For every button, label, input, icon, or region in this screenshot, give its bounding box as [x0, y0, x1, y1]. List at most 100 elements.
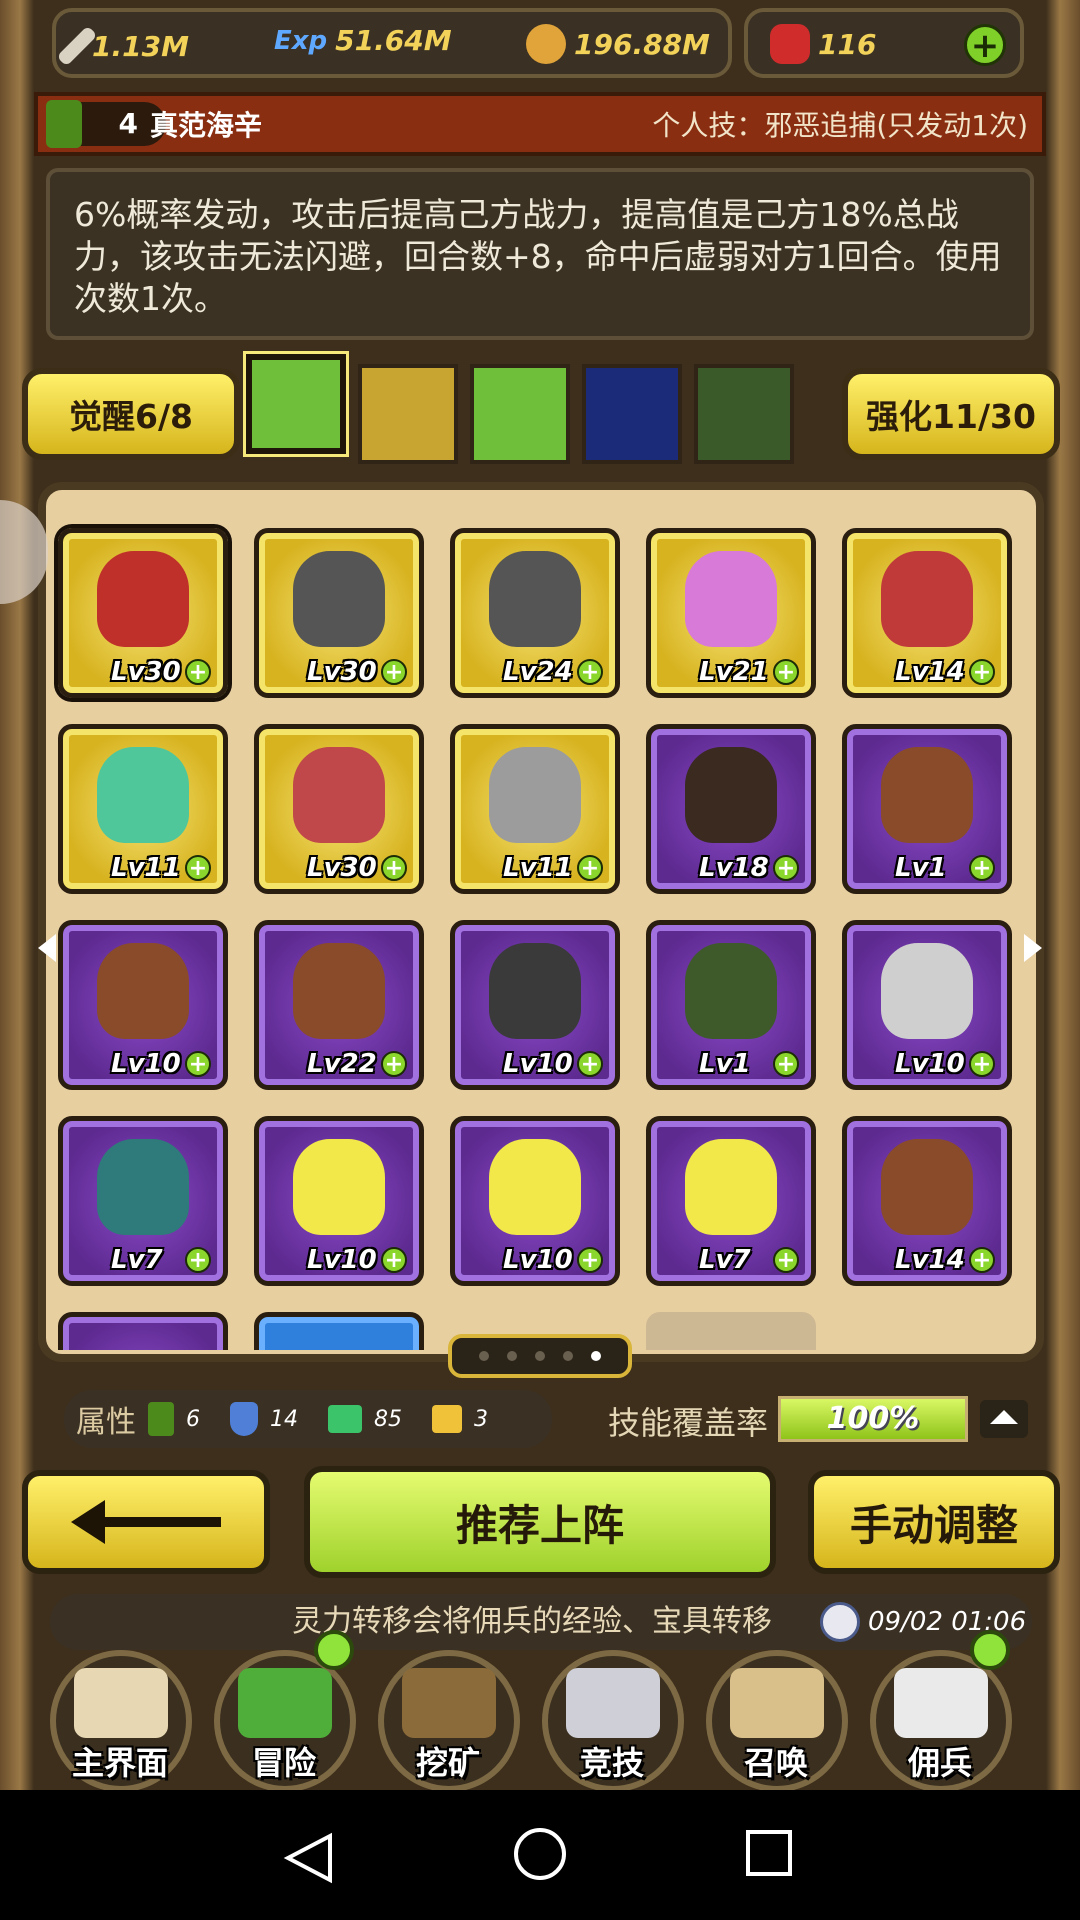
plus-icon[interactable]: +: [381, 659, 407, 685]
mercenary-card[interactable]: Lv11 +: [450, 724, 620, 894]
mercenary-avatar: [881, 747, 973, 843]
clock-icon: [820, 1602, 860, 1642]
plus-icon[interactable]: +: [773, 1247, 799, 1273]
scroll-bundle-icon[interactable]: [694, 364, 794, 464]
boot-count: 85: [374, 1406, 402, 1432]
mercenary-card[interactable]: Lv10 +: [450, 920, 620, 1090]
attribute-label: 属性: [76, 1405, 136, 1440]
plus-icon[interactable]: +: [577, 855, 603, 881]
mercenary-card[interactable]: Lv10 +: [58, 920, 228, 1090]
home-icon[interactable]: [514, 1828, 566, 1880]
mercenary-card[interactable]: Lv14 +: [842, 1116, 1012, 1286]
mercenary-card[interactable]: Lv10 +: [842, 920, 1012, 1090]
system-nav-bar: [0, 1790, 1080, 1920]
page-indicator: [448, 1334, 632, 1378]
pickaxe-icon: [402, 1668, 496, 1738]
nav-item-5[interactable]: 佣兵: [860, 1630, 1020, 1790]
mercenary-level: Lv11: [503, 853, 573, 883]
mercenary-card[interactable]: [254, 1312, 424, 1350]
holy-cross-handshake-icon[interactable]: [470, 364, 570, 464]
attack-value: 1.13M: [92, 29, 189, 63]
exp-icon: Exp: [274, 25, 328, 56]
mercenary-level: Lv1: [895, 853, 947, 883]
plus-icon[interactable]: +: [185, 1051, 211, 1077]
manual-adjust-button[interactable]: 手动调整: [808, 1470, 1060, 1574]
mercenary-level: Lv7: [699, 1245, 751, 1275]
back-arrow-icon: [71, 1500, 221, 1544]
plus-icon[interactable]: +: [185, 1247, 211, 1273]
nav-label: 主界面: [71, 1744, 168, 1782]
gem-bar: 116 +: [744, 8, 1024, 78]
plus-icon[interactable]: +: [969, 855, 995, 881]
plus-icon[interactable]: +: [381, 1247, 407, 1273]
collapse-button[interactable]: [980, 1400, 1028, 1438]
mercenary-card[interactable]: [58, 1312, 228, 1350]
mercenary-card[interactable]: Lv10 +: [254, 1116, 424, 1286]
plus-icon[interactable]: +: [773, 659, 799, 685]
mercenary-avatar: [293, 551, 385, 647]
right-arrow-icon[interactable]: [1024, 934, 1042, 962]
mercenary-card[interactable]: Lv21 +: [646, 528, 816, 698]
plus-icon[interactable]: +: [964, 24, 1006, 66]
map-scroll-icon: [74, 1668, 168, 1738]
mercenary-card[interactable]: Lv11 +: [58, 724, 228, 894]
plus-icon[interactable]: +: [577, 1051, 603, 1077]
mercenary-avatar: [489, 551, 581, 647]
plus-icon[interactable]: +: [773, 1051, 799, 1077]
mercenary-level: Lv11: [111, 853, 181, 883]
skill-coverage-label: 技能覆盖率: [608, 1404, 769, 1442]
back-icon[interactable]: [283, 1832, 332, 1884]
mercenary-card[interactable]: Lv7 +: [646, 1116, 816, 1286]
plus-icon[interactable]: +: [773, 855, 799, 881]
plus-icon[interactable]: +: [969, 1247, 995, 1273]
mercenary-card[interactable]: Lv14 +: [842, 528, 1012, 698]
plus-icon[interactable]: +: [577, 659, 603, 685]
mercenary-level: Lv30: [111, 657, 181, 687]
mercenary-card[interactable]: Lv24 +: [450, 528, 620, 698]
nav-item-2[interactable]: 挖矿: [368, 1650, 528, 1790]
attribute-bar: 属性 6 14 85 3: [64, 1390, 552, 1448]
mercenary-card[interactable]: Lv22 +: [254, 920, 424, 1090]
plus-icon[interactable]: +: [577, 1247, 603, 1273]
nav-item-1[interactable]: 冒险: [204, 1630, 364, 1790]
nav-item-3[interactable]: 竞技: [532, 1650, 692, 1790]
mercenary-card[interactable]: Lv1 +: [646, 920, 816, 1090]
mercenary-card[interactable]: Lv30 +: [58, 528, 228, 698]
plus-icon[interactable]: +: [185, 855, 211, 881]
mercenary-card[interactable]: Lv7 +: [58, 1116, 228, 1286]
plus-icon[interactable]: +: [969, 659, 995, 685]
nav-item-4[interactable]: 召唤: [696, 1650, 856, 1790]
mercenary-avatar: [489, 943, 581, 1039]
mercenary-avatar: [97, 747, 189, 843]
plus-icon[interactable]: +: [969, 1051, 995, 1077]
mercenary-card[interactable]: Lv18 +: [646, 724, 816, 894]
left-arrow-icon[interactable]: [38, 934, 56, 962]
holy-cross-icon[interactable]: [246, 354, 346, 454]
mercenary-card[interactable]: [646, 1312, 816, 1350]
nav-item-0[interactable]: 主界面: [40, 1650, 200, 1790]
crown-up-icon[interactable]: [358, 364, 458, 464]
chevron-up-icon: [990, 1410, 1018, 1424]
plus-icon[interactable]: +: [381, 1051, 407, 1077]
awaken-button[interactable]: 觉醒6/8: [22, 368, 240, 460]
sword-class-icon: [46, 100, 82, 148]
mercenary-level: Lv24: [503, 657, 573, 687]
mercenary-card[interactable]: Lv1 +: [842, 724, 1012, 894]
attack-resource: 1.13M: [56, 24, 189, 68]
crossbow-icon[interactable]: [582, 364, 682, 464]
plus-icon[interactable]: +: [381, 855, 407, 881]
plus-icon[interactable]: +: [185, 659, 211, 685]
enhance-button[interactable]: 强化11/30: [842, 368, 1060, 460]
back-button[interactable]: [22, 1470, 270, 1574]
recents-icon[interactable]: [746, 1830, 792, 1876]
exp-value: 51.64M: [335, 24, 452, 57]
sword-class-icon: [148, 1402, 174, 1436]
notification-dot: [314, 1630, 354, 1670]
recommend-deploy-button[interactable]: 推荐上阵: [304, 1466, 776, 1578]
mercenary-level: Lv14: [895, 1245, 965, 1275]
gem-resource: 116: [770, 24, 876, 64]
equipment-tabs: [246, 354, 836, 474]
mercenary-card[interactable]: Lv10 +: [450, 1116, 620, 1286]
mercenary-card[interactable]: Lv30 +: [254, 724, 424, 894]
mercenary-card[interactable]: Lv30 +: [254, 528, 424, 698]
